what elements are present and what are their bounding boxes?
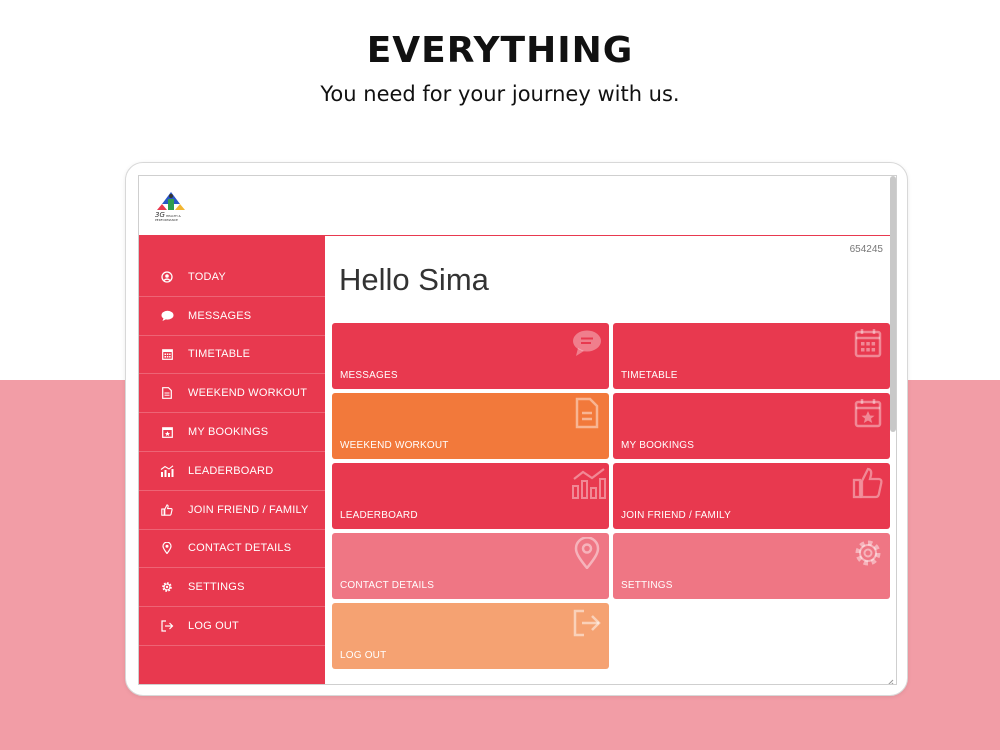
chart-icon [571,467,606,499]
tile-label: TIMETABLE [621,370,678,381]
chart-icon [160,464,174,478]
map-pin-icon [571,537,603,569]
tile-join-friend-family[interactable]: JOIN FRIEND / FAMILY [613,463,890,529]
sidebar-item-weekend-workout[interactable]: WEEKEND WORKOUT [139,374,325,414]
user-circle-icon [160,270,174,284]
sidebar-item-label: TIMETABLE [188,348,251,361]
sidebar-item-join-friend-family[interactable]: JOIN FRIEND / FAMILY [139,491,325,530]
app-screen: 3G HEALTH & PERFORMANCE TODAY MESSAGES T… [138,175,897,685]
gear-icon [852,537,884,569]
sidebar-item-settings[interactable]: SETTINGS [139,568,325,608]
tile-label: JOIN FRIEND / FAMILY [621,510,731,521]
document-icon [571,397,603,429]
tile-label: LEADERBOARD [340,510,418,521]
tile-label: LOG OUT [340,650,387,661]
tile-settings[interactable]: SETTINGS [613,533,890,599]
tile-messages[interactable]: MESSAGES [332,323,609,389]
gear-icon [160,580,174,594]
thumbs-up-icon [160,503,174,517]
tablet-frame: 3G HEALTH & PERFORMANCE TODAY MESSAGES T… [125,162,908,696]
promo-headline: EVERYTHING [366,30,634,71]
greeting-title: Hello Sima [339,262,489,297]
document-icon [160,386,174,400]
tile-timetable[interactable]: TIMETABLE [613,323,890,389]
brand-logo[interactable]: 3G HEALTH & PERFORMANCE [153,190,189,222]
sidebar-item-label: SETTINGS [188,581,245,594]
logout-icon [571,607,603,639]
tile-label: WEEKEND WORKOUT [340,440,449,451]
sidebar-item-messages[interactable]: MESSAGES [139,297,325,336]
logout-icon [160,619,174,633]
tile-log-out[interactable]: LOG OUT [332,603,609,669]
chat-bubble-icon [160,309,174,323]
sidebar-item-label: MESSAGES [188,309,252,322]
user-id: 654245 [849,244,883,255]
calendar-icon [160,347,174,361]
tile-leaderboard[interactable]: LEADERBOARD [332,463,609,529]
sidebar-item-label: CONTACT DETAILS [188,542,292,555]
sidebar-item-leaderboard[interactable]: LEADERBOARD [139,452,325,491]
sidebar-item-label: LEADERBOARD [188,464,274,477]
tile-label: CONTACT DETAILS [340,580,435,591]
tile-weekend-workout[interactable]: WEEKEND WORKOUT [332,393,609,459]
dashboard-main: 654245 Hello Sima MESSAGES TIMETABLE WEE… [325,236,890,684]
calendar-star-icon [160,425,174,439]
sidebar-item-label: TODAY [188,270,226,283]
promo-subline: You need for your journey with us. [320,82,680,106]
sidebar-nav: TODAY MESSAGES TIMETABLE WEEKEND WORKOUT [139,236,325,684]
tile-contact-details[interactable]: CONTACT DETAILS [332,533,609,599]
sidebar-item-label: LOG OUT [188,620,239,633]
sidebar-item-label: MY BOOKINGS [188,426,269,439]
vertical-scrollbar[interactable] [890,176,896,432]
tile-label: MESSAGES [340,370,398,381]
tile-my-bookings[interactable]: MY BOOKINGS [613,393,890,459]
sidebar-item-today[interactable]: TODAY [139,258,325,297]
sidebar-item-timetable[interactable]: TIMETABLE [139,336,325,375]
app-header: 3G HEALTH & PERFORMANCE [139,176,896,236]
tile-label: MY BOOKINGS [621,440,695,451]
svg-text:PERFORMANCE: PERFORMANCE [155,218,178,222]
thumbs-up-icon [852,467,884,499]
calendar-star-icon [852,397,884,429]
map-pin-icon [160,541,174,555]
sidebar-item-contact-details[interactable]: CONTACT DETAILS [139,530,325,569]
chat-bubble-icon [571,327,603,359]
tile-label: SETTINGS [621,580,673,591]
calendar-icon [852,327,884,359]
sidebar-item-label: JOIN FRIEND / FAMILY [188,503,309,516]
sidebar-item-log-out[interactable]: LOG OUT [139,607,325,646]
sidebar-item-label: WEEKEND WORKOUT [188,387,308,400]
sidebar-item-my-bookings[interactable]: MY BOOKINGS [139,413,325,452]
resize-grip-icon[interactable] [886,674,894,684]
